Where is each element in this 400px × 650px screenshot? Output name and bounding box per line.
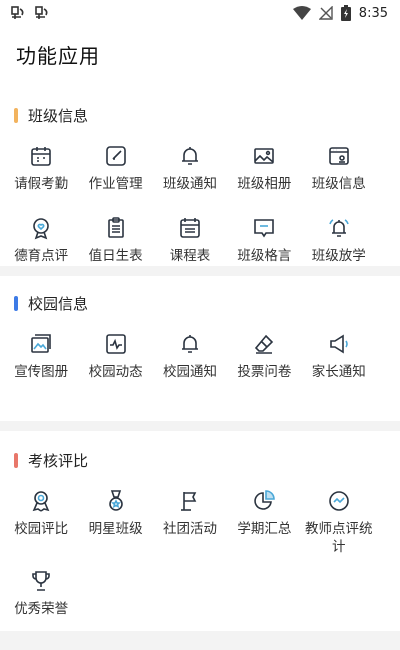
function-item-campus-news[interactable]: 校园动态 <box>78 332 152 404</box>
function-label: 校园动态 <box>88 364 143 380</box>
function-label: 班级信息 <box>311 176 366 192</box>
function-item-parent-notice[interactable]: 家长通知 <box>302 332 376 404</box>
function-label: 教师点评统计 <box>305 521 373 555</box>
page-header: 功能应用 <box>0 26 400 86</box>
function-label: 明星班级 <box>88 521 143 537</box>
calendar-icon <box>29 144 53 168</box>
flag-icon <box>178 489 202 513</box>
trend-circle-icon <box>327 489 351 513</box>
pie-chart-icon <box>252 489 276 513</box>
megaphone-icon <box>327 332 351 356</box>
function-item-star-class[interactable]: 明星班级 <box>78 489 152 569</box>
function-item-teacher-review-stats[interactable]: 教师点评统计 <box>302 489 376 569</box>
function-label: 班级通知 <box>162 176 217 192</box>
section-title: 考核评比 <box>28 451 89 470</box>
section-header: 校园信息 <box>0 292 400 314</box>
function-grid: 校园评比 明星班级 社团活动 学期汇总 教师点评统计 优秀荣誉 <box>0 489 400 631</box>
section-accent-bar <box>14 107 18 123</box>
function-item-campus-notice[interactable]: 校园通知 <box>153 332 227 404</box>
function-label: 学期汇总 <box>237 521 292 537</box>
function-label: 德育点评 <box>14 248 69 264</box>
section-header: 班级信息 <box>0 104 400 126</box>
function-label: 宣传图册 <box>14 364 69 380</box>
schedule-icon <box>178 216 202 240</box>
section-class-info: 班级信息 请假考勤 作业管理 班级通知 班级相册 班级信息 德育点评 值日生表 … <box>0 86 400 266</box>
function-grid: 请假考勤 作业管理 班级通知 班级相册 班级信息 德育点评 值日生表 课程表 班… <box>0 144 400 288</box>
section-header: 考核评比 <box>0 449 400 471</box>
function-grid: 宣传图册 校园动态 校园通知 投票问卷 家长通知 <box>0 332 400 404</box>
function-item-class-dismissal[interactable]: 班级放学 <box>302 216 376 288</box>
bell-ring-icon <box>327 216 351 240</box>
bell-icon <box>178 144 202 168</box>
page-title: 功能应用 <box>16 44 100 68</box>
function-item-honors[interactable]: 优秀荣誉 <box>4 569 78 631</box>
battery-charging-icon <box>340 5 351 21</box>
function-item-class-motto[interactable]: 班级格言 <box>227 216 301 288</box>
activity-icon <box>104 332 128 356</box>
function-item-timetable[interactable]: 课程表 <box>153 216 227 288</box>
function-item-leave-attendance[interactable]: 请假考勤 <box>4 144 78 216</box>
gallery-icon <box>29 332 53 356</box>
trophy-icon <box>29 569 53 593</box>
function-item-duty-roster[interactable]: 值日生表 <box>78 216 152 288</box>
eraser-icon <box>252 332 276 356</box>
function-item-class-info[interactable]: 班级信息 <box>302 144 376 216</box>
function-item-campus-rating[interactable]: 校园评比 <box>4 489 78 569</box>
section-title: 校园信息 <box>28 294 89 313</box>
function-label: 班级格言 <box>237 248 292 264</box>
function-label: 值日生表 <box>88 248 143 264</box>
message-icon <box>252 216 276 240</box>
function-item-moral-review[interactable]: 德育点评 <box>4 216 78 288</box>
edit-icon <box>104 144 128 168</box>
status-bar: 8:35 <box>0 0 400 26</box>
function-item-vote-survey[interactable]: 投票问卷 <box>227 332 301 404</box>
function-label: 班级放学 <box>311 248 366 264</box>
function-label: 家长通知 <box>311 364 366 380</box>
app-notification-icon <box>11 6 24 19</box>
section-assessment: 考核评比 校园评比 明星班级 社团活动 学期汇总 教师点评统计 优秀荣誉 <box>0 431 400 631</box>
app-notification-icon <box>35 6 48 19</box>
section-accent-bar <box>14 452 18 468</box>
wifi-icon <box>292 6 311 20</box>
function-label: 请假考勤 <box>14 176 69 192</box>
function-item-brochure[interactable]: 宣传图册 <box>4 332 78 404</box>
medal-icon <box>104 489 128 513</box>
info-card-icon <box>327 144 351 168</box>
function-item-class-album[interactable]: 班级相册 <box>227 144 301 216</box>
award-icon <box>29 489 53 513</box>
function-label: 作业管理 <box>88 176 143 192</box>
section-accent-bar <box>14 295 18 311</box>
function-label: 班级相册 <box>237 176 292 192</box>
status-notifications <box>10 5 52 21</box>
heart-badge-icon <box>29 216 53 240</box>
function-item-term-summary[interactable]: 学期汇总 <box>227 489 301 569</box>
function-label: 校园评比 <box>14 521 69 537</box>
image-icon <box>252 144 276 168</box>
function-label: 投票问卷 <box>237 364 292 380</box>
clipboard-icon <box>104 216 128 240</box>
function-item-homework[interactable]: 作业管理 <box>78 144 152 216</box>
section-campus-info: 校园信息 宣传图册 校园动态 校园通知 投票问卷 家长通知 <box>0 276 400 421</box>
function-label: 优秀荣誉 <box>14 601 69 617</box>
status-time: 8:35 <box>358 5 388 21</box>
function-item-club-activity[interactable]: 社团活动 <box>153 489 227 569</box>
function-label: 社团活动 <box>162 521 217 537</box>
function-item-class-notice[interactable]: 班级通知 <box>153 144 227 216</box>
section-title: 班级信息 <box>28 106 89 125</box>
no-signal-icon <box>318 6 333 20</box>
function-label: 校园通知 <box>162 364 217 380</box>
bell-icon <box>178 332 202 356</box>
function-label: 课程表 <box>169 248 211 264</box>
